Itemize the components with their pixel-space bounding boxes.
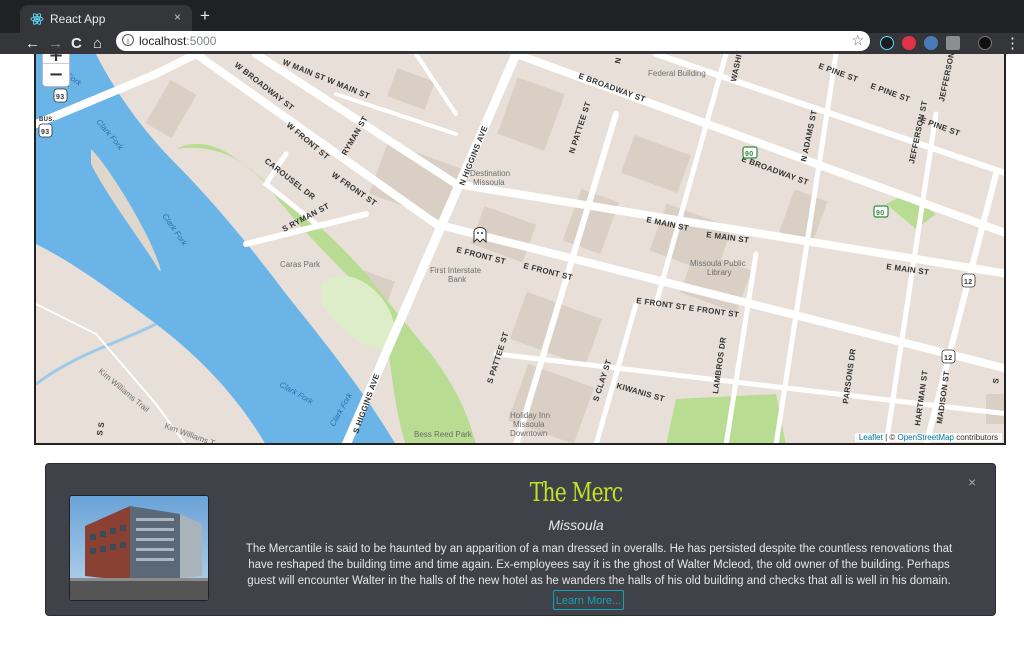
label-holiday: Holiday Inn: [510, 411, 550, 420]
route-12-shield-2: 12: [941, 349, 956, 364]
map[interactable]: Federal Building Destination Missoula Ca…: [34, 54, 1006, 445]
new-tab-button[interactable]: +: [200, 7, 210, 24]
zoom-control: + −: [42, 54, 70, 87]
label-shield-93b: 93: [41, 129, 49, 136]
label-shield-93: 93: [56, 94, 64, 101]
route-90-shield: 90: [742, 146, 758, 159]
label-holiday3: Downtown: [510, 429, 547, 438]
info-icon[interactable]: i: [122, 34, 134, 46]
leaflet-link[interactable]: Leaflet: [859, 433, 883, 442]
ghost-marker-icon[interactable]: [473, 227, 487, 244]
label-destination2: Missoula: [473, 178, 505, 187]
tab-close-icon[interactable]: ×: [174, 10, 181, 24]
label-destination: Destination: [470, 169, 510, 178]
label-shield-90: 90: [745, 151, 753, 158]
tab-title: React App: [50, 12, 106, 26]
route-12-shield: 12: [961, 273, 976, 288]
route-90-shield-2: 90: [873, 205, 889, 218]
label-library: Missoula Public: [690, 259, 746, 268]
label-shield-90b: 90: [876, 210, 884, 217]
card-description: The Mercantile is said to be haunted by …: [245, 543, 953, 587]
home-icon[interactable]: ⌂: [93, 34, 102, 53]
url-text: localhost:5000: [139, 34, 217, 48]
learn-more-button[interactable]: Learn More...: [553, 590, 624, 610]
route-93-shield: 93: [53, 88, 68, 103]
label-shield-12: 12: [964, 279, 972, 286]
profile-avatar[interactable]: [978, 36, 992, 50]
label-bess: Bess Reed Park: [414, 430, 473, 439]
react-icon: [30, 13, 44, 25]
label-caras: Caras Park: [280, 260, 321, 269]
menu-icon[interactable]: ⋮: [1005, 34, 1020, 53]
label-first-interstate: First Interstate: [430, 266, 482, 275]
close-icon[interactable]: ×: [968, 474, 976, 490]
browser-tab[interactable]: React App ×: [20, 5, 192, 33]
back-icon[interactable]: ←: [25, 34, 40, 53]
card-title: The Merc: [529, 478, 623, 508]
card-subtitle: Missoula: [548, 517, 604, 533]
react-devtools-icon[interactable]: [880, 36, 894, 50]
forward-icon[interactable]: →: [48, 34, 63, 53]
browser-tab-bar: React App × +: [0, 0, 1024, 33]
address-bar[interactable]: i localhost:5000 ☆: [116, 31, 870, 51]
label-shield-12b: 12: [944, 355, 952, 362]
extension-blue-icon[interactable]: [924, 36, 938, 50]
browser-toolbar: ← → C ⌂ i localhost:5000 ☆ ⋮: [0, 31, 1024, 54]
label-holiday2: Missoula: [513, 420, 545, 429]
bookmark-star-icon[interactable]: ☆: [851, 32, 864, 49]
label-first-interstate2: Bank: [448, 275, 467, 284]
label-library2: Library: [707, 268, 731, 277]
location-card: × The Merc Missoula The Mercantile is sa…: [45, 463, 996, 616]
route-93-shield-2: 93: [38, 123, 53, 138]
osm-link[interactable]: OpenStreetMap: [897, 433, 953, 442]
extension-red-icon[interactable]: [902, 36, 916, 50]
zoom-out-button[interactable]: −: [43, 64, 69, 86]
label-federal: Federal Building: [648, 69, 706, 78]
extension-gray-icon[interactable]: [946, 36, 960, 50]
reload-icon[interactable]: C: [71, 34, 82, 53]
map-tiles: Federal Building Destination Missoula Ca…: [36, 54, 1004, 443]
zoom-in-button[interactable]: +: [43, 54, 69, 64]
label-bus2: BUS.: [39, 117, 55, 123]
map-attribution: Leaflet | © OpenStreetMap contributors: [854, 433, 1002, 442]
location-photo: [69, 495, 209, 601]
